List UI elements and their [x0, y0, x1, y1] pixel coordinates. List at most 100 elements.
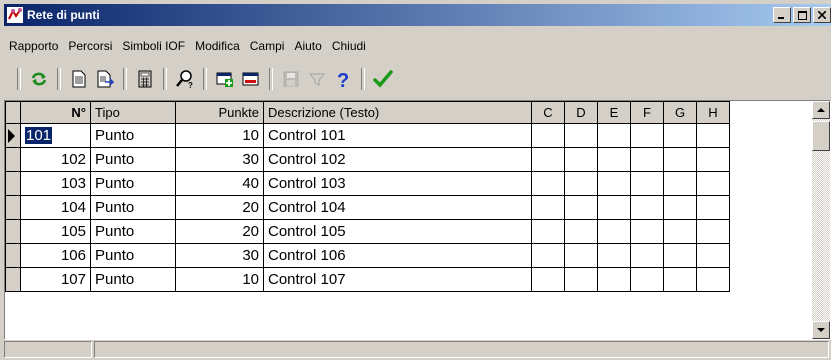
row-selector[interactable]	[5, 243, 21, 268]
cell-descrizione[interactable]: Control 103	[263, 171, 532, 196]
cell-n[interactable]: 104	[20, 195, 91, 220]
cell-tipo[interactable]: Punto	[90, 267, 176, 292]
cell-c[interactable]	[531, 147, 565, 172]
column-header-e[interactable]: E	[597, 101, 631, 124]
row-selector[interactable]	[5, 267, 21, 292]
cell-descrizione[interactable]: Control 102	[263, 147, 532, 172]
cell-d[interactable]	[564, 243, 598, 268]
table-row[interactable]: 104 Punto 20 Control 104	[5, 195, 730, 220]
cell-descrizione[interactable]: Control 104	[263, 195, 532, 220]
menu-simboli-iof[interactable]: Simboli IOF	[117, 37, 190, 55]
row-selector[interactable]	[5, 147, 21, 172]
calculator-button[interactable]	[134, 68, 156, 90]
cell-h[interactable]	[696, 171, 730, 196]
cell-d[interactable]	[564, 219, 598, 244]
cell-g[interactable]	[663, 219, 697, 244]
cell-g[interactable]	[663, 243, 697, 268]
cell-e[interactable]	[597, 147, 631, 172]
add-window-button[interactable]	[214, 68, 236, 90]
table-row[interactable]: 107 Punto 10 Control 107	[5, 267, 730, 292]
cell-f[interactable]	[630, 171, 664, 196]
cell-g[interactable]	[663, 267, 697, 292]
cell-e[interactable]	[597, 219, 631, 244]
cell-h[interactable]	[696, 195, 730, 220]
cell-descrizione[interactable]: Control 105	[263, 219, 532, 244]
cell-descrizione[interactable]: Control 107	[263, 267, 532, 292]
row-selector[interactable]	[5, 123, 21, 148]
column-header-c[interactable]: C	[531, 101, 565, 124]
filter-button[interactable]	[306, 68, 328, 90]
confirm-button[interactable]	[372, 68, 394, 90]
cell-f[interactable]	[630, 219, 664, 244]
column-header-g[interactable]: G	[663, 101, 697, 124]
document-export-button[interactable]	[94, 68, 116, 90]
cell-c[interactable]	[531, 243, 565, 268]
cell-d[interactable]	[564, 123, 598, 148]
cell-f[interactable]	[630, 267, 664, 292]
maximize-button[interactable]	[793, 7, 811, 23]
cell-c[interactable]	[531, 123, 565, 148]
menu-percorsi[interactable]: Percorsi	[63, 37, 117, 55]
cell-d[interactable]	[564, 267, 598, 292]
cell-e[interactable]	[597, 243, 631, 268]
scroll-up-button[interactable]	[812, 101, 830, 119]
menu-rapporto[interactable]: Rapporto	[4, 37, 63, 55]
corner-cell[interactable]	[5, 101, 21, 124]
cell-g[interactable]	[663, 195, 697, 220]
vertical-scrollbar[interactable]	[812, 101, 830, 339]
table-row[interactable]: 105 Punto 20 Control 105	[5, 219, 730, 244]
cell-e[interactable]	[597, 195, 631, 220]
data-grid[interactable]: N° Tipo Punkte Descrizione (Testo) C D E…	[4, 100, 831, 340]
table-row[interactable]: 101 Punto 10 Control 101	[5, 123, 730, 148]
cell-h[interactable]	[696, 267, 730, 292]
cell-punkte[interactable]: 40	[175, 171, 264, 196]
save-button[interactable]	[280, 68, 302, 90]
menu-modifica[interactable]: Modifica	[190, 37, 245, 55]
find-button[interactable]: ?	[174, 68, 196, 90]
cell-punkte[interactable]: 10	[175, 123, 264, 148]
title-bar[interactable]: Rete di punti	[4, 4, 831, 26]
table-row[interactable]: 106 Punto 30 Control 106	[5, 243, 730, 268]
close-button[interactable]	[813, 7, 831, 23]
cell-c[interactable]	[531, 219, 565, 244]
cell-d[interactable]	[564, 171, 598, 196]
cell-f[interactable]	[630, 123, 664, 148]
cell-n[interactable]: 107	[20, 267, 91, 292]
cell-punkte[interactable]: 20	[175, 195, 264, 220]
cell-h[interactable]	[696, 219, 730, 244]
cell-g[interactable]	[663, 147, 697, 172]
cell-n[interactable]: 103	[20, 171, 91, 196]
cell-d[interactable]	[564, 195, 598, 220]
table-row[interactable]: 103 Punto 40 Control 103	[5, 171, 730, 196]
scroll-thumb[interactable]	[812, 121, 830, 151]
document-button[interactable]	[68, 68, 90, 90]
column-header-tipo[interactable]: Tipo	[90, 101, 176, 124]
row-selector[interactable]	[5, 171, 21, 196]
cell-c[interactable]	[531, 171, 565, 196]
menu-chiudi[interactable]: Chiudi	[327, 37, 371, 55]
cell-punkte[interactable]: 20	[175, 219, 264, 244]
menu-aiuto[interactable]: Aiuto	[289, 37, 326, 55]
cell-e[interactable]	[597, 171, 631, 196]
cell-d[interactable]	[564, 147, 598, 172]
cell-tipo[interactable]: Punto	[90, 195, 176, 220]
cell-e[interactable]	[597, 123, 631, 148]
cell-f[interactable]	[630, 243, 664, 268]
cell-descrizione[interactable]: Control 106	[263, 243, 532, 268]
menu-campi[interactable]: Campi	[245, 37, 290, 55]
column-header-n[interactable]: N°	[20, 101, 91, 124]
cell-c[interactable]	[531, 267, 565, 292]
cell-n[interactable]: 102	[20, 147, 91, 172]
minimize-button[interactable]	[773, 7, 791, 23]
cell-f[interactable]	[630, 147, 664, 172]
cell-punkte[interactable]: 10	[175, 267, 264, 292]
row-selector[interactable]	[5, 219, 21, 244]
cell-c[interactable]	[531, 195, 565, 220]
cell-descrizione[interactable]: Control 101	[263, 123, 532, 148]
scroll-down-button[interactable]	[812, 321, 830, 339]
cell-tipo[interactable]: Punto	[90, 123, 176, 148]
cell-punkte[interactable]: 30	[175, 147, 264, 172]
cell-g[interactable]	[663, 123, 697, 148]
help-button[interactable]: ?	[332, 68, 354, 90]
column-header-f[interactable]: F	[630, 101, 664, 124]
